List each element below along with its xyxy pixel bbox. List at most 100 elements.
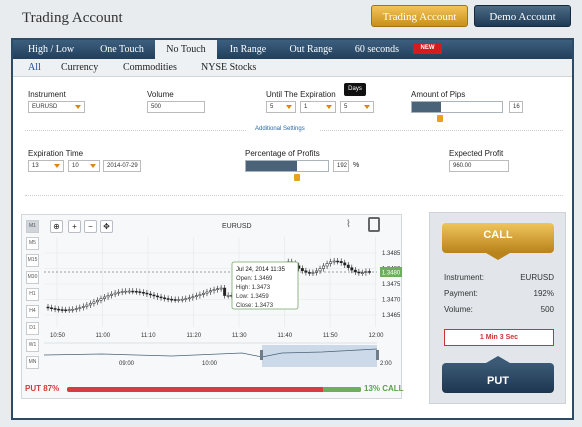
navigator-handle-right[interactable] <box>376 350 379 360</box>
candle-body <box>209 290 212 293</box>
candle-body <box>67 309 71 311</box>
navigator-tick: 10:00 <box>202 361 218 367</box>
x-tick-label: 11:20 <box>187 333 202 339</box>
candle-body <box>325 263 329 267</box>
pips-slider-handle[interactable] <box>437 115 444 122</box>
candle-body <box>138 291 142 293</box>
order-volume-value: 500 <box>540 305 554 314</box>
tab-in-range[interactable]: In Range <box>217 40 279 59</box>
x-tick-label: 10:50 <box>50 333 66 339</box>
pips-slider[interactable] <box>411 101 503 113</box>
demo-account-button[interactable]: Demo Account <box>474 5 571 27</box>
current-price-label: 1.3480 <box>382 271 401 277</box>
x-tick-label: 11:10 <box>141 333 156 339</box>
candle-body <box>318 268 322 272</box>
candle-body <box>99 298 103 301</box>
candle-body <box>187 297 191 300</box>
new-badge: NEW <box>413 43 442 54</box>
tab-60-seconds[interactable]: 60 seconds <box>343 40 411 59</box>
top-bar: Trading Account Trading Account Demo Acc… <box>0 0 582 36</box>
y-tick-label: 1.3465 <box>382 313 401 319</box>
candle-body <box>64 309 68 312</box>
candle-body <box>159 296 163 299</box>
additional-settings-link[interactable]: Additional Settings <box>255 126 305 132</box>
chevron-down-icon <box>364 105 370 109</box>
navigator-handle-left[interactable] <box>260 350 263 360</box>
until-days-select[interactable]: 5 <box>266 101 296 113</box>
option-type-tabs: High / Low One Touch No Touch In Range O… <box>13 40 572 59</box>
until-minutes-select[interactable]: 5 <box>340 101 374 113</box>
candle-body <box>198 294 202 296</box>
order-payment-row: Payment: 192% <box>444 289 554 298</box>
tab-out-range[interactable]: Out Range <box>279 40 343 59</box>
instrument-label: Instrument <box>28 90 66 99</box>
order-instrument-row: Instrument: EURUSD <box>444 273 554 282</box>
order-instrument-value: EURUSD <box>520 273 554 282</box>
percentage-slider-fill <box>246 161 297 171</box>
candle-body <box>96 299 99 303</box>
tab-high-low[interactable]: High / Low <box>13 40 89 59</box>
candle-body <box>166 298 170 300</box>
candle-body <box>141 292 145 294</box>
expiration-hour-select[interactable]: 13 <box>28 160 64 172</box>
navigator-tick: 2:00 <box>380 361 392 367</box>
candle-body <box>205 291 209 294</box>
chart-canvas[interactable]: 1.34851.34801.34751.34701.3465 1.3480 10… <box>22 215 403 400</box>
x-tick-label: 11:50 <box>323 333 338 339</box>
tab-one-touch[interactable]: One Touch <box>89 40 155 59</box>
candle-body <box>120 291 124 293</box>
candle-body <box>127 290 131 293</box>
subtab-all[interactable]: All <box>28 62 41 73</box>
percentage-value-input[interactable]: 192 <box>333 160 349 172</box>
navigator-window[interactable] <box>262 345 377 367</box>
expiration-minute-select[interactable]: 10 <box>68 160 100 172</box>
trading-account-button[interactable]: Trading Account <box>371 5 468 27</box>
navigator-tick: 09:00 <box>119 361 135 367</box>
subtab-nyse-stocks[interactable]: NYSE Stocks <box>201 62 256 73</box>
expiration-date-input[interactable]: 2014-07-29 <box>103 160 141 172</box>
pips-label: Amount of Pips <box>411 90 466 99</box>
order-payment-value: 192% <box>533 289 554 298</box>
divider <box>25 130 246 131</box>
percentage-unit: % <box>353 162 360 169</box>
pips-slider-fill <box>412 102 441 112</box>
percentage-slider[interactable] <box>245 160 329 172</box>
candle-body <box>92 301 96 304</box>
candle-body <box>339 261 343 264</box>
candle-body <box>223 287 227 296</box>
pips-value-input[interactable]: 16 <box>509 101 523 113</box>
candle-body <box>148 293 152 296</box>
expiry-countdown: 1 Min 3 Sec <box>444 329 554 346</box>
candle-body <box>78 307 82 309</box>
divider <box>25 195 563 196</box>
candle-body <box>329 261 333 264</box>
y-tick-label: 1.3475 <box>382 282 401 288</box>
put-button[interactable]: PUT <box>442 356 554 393</box>
candle-body <box>170 298 174 301</box>
subtab-commodities[interactable]: Commodities <box>123 62 177 73</box>
candle-body <box>57 308 61 311</box>
candle-body <box>46 306 50 309</box>
call-button[interactable]: CALL <box>442 223 554 260</box>
candle-body <box>212 289 216 291</box>
subtab-currency[interactable]: Currency <box>61 62 98 73</box>
order-panel: CALL Instrument: EURUSD Payment: 192% Vo… <box>429 212 566 404</box>
percentage-slider-handle[interactable] <box>294 174 301 181</box>
until-hours-select[interactable]: 1 <box>300 101 336 113</box>
percentage-profits-label: Percentage of Profits <box>245 149 320 158</box>
until-hours-value: 1 <box>304 104 308 110</box>
chevron-down-icon <box>75 105 81 109</box>
order-volume-label: Volume: <box>444 305 473 314</box>
candle-body <box>216 288 220 290</box>
call-ratio-fill <box>322 387 361 392</box>
tooltip-close: Close: 1.3473 <box>236 303 274 309</box>
candle-body <box>74 308 78 310</box>
candle-body <box>336 260 340 263</box>
candle-body <box>191 296 195 299</box>
until-expiration-label: Until The Expiration <box>266 90 336 99</box>
volume-input[interactable]: 500 <box>147 101 205 113</box>
candle-body <box>311 272 315 274</box>
tab-no-touch[interactable]: No Touch <box>155 40 217 59</box>
price-chart: M1 M5 M15 M30 H1 H4 D1 W1 MN ⊕ + − ✥ EUR… <box>21 214 402 399</box>
instrument-select[interactable]: EURUSD <box>28 101 85 113</box>
